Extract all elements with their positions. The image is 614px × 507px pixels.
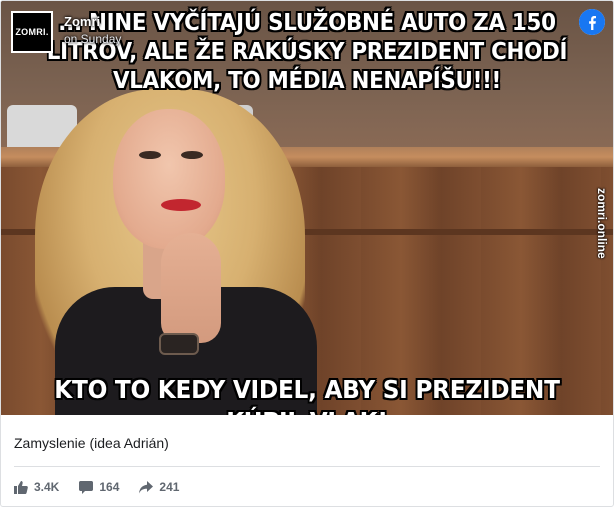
post-image[interactable]: ... NINE VYČÍTAJÚ SLUŽOBNÉ AUTO ZA 150 L… — [1, 1, 613, 415]
wristwatch — [159, 333, 199, 355]
thumbs-up-icon — [14, 480, 28, 494]
comment-icon — [79, 480, 94, 494]
facebook-logo-icon[interactable] — [579, 9, 605, 35]
post-timestamp[interactable]: on Sunday — [64, 32, 121, 46]
divider — [14, 466, 600, 467]
meme-bottom-text: KTO TO KEDY VIDEL, ABY SI PREZIDENT KÚPI… — [54, 375, 560, 415]
page-avatar[interactable]: ZOMRI. — [11, 11, 53, 53]
meme-top-text: ... NINE VYČÍTAJÚ SLUŽOBNÉ AUTO ZA 150 L… — [46, 10, 568, 94]
person-eye — [181, 151, 203, 159]
shares-stat[interactable]: 241 — [139, 480, 179, 494]
person-eye — [139, 151, 161, 159]
person-lips — [161, 199, 201, 211]
likes-count: 3.4K — [34, 480, 60, 494]
person-hand — [161, 233, 221, 343]
comments-stat[interactable]: 164 — [79, 480, 119, 494]
shares-count: 241 — [159, 480, 180, 494]
share-arrow-icon — [139, 480, 154, 493]
engagement-stats: 3.4K 164 241 — [14, 479, 199, 495]
avatar-logo-text: ZOMRI. — [15, 27, 49, 37]
page-name-link[interactable]: Zomri — [64, 14, 100, 29]
likes-stat[interactable]: 3.4K — [14, 480, 59, 494]
facebook-post-card: ... NINE VYČÍTAJÚ SLUŽOBNÉ AUTO ZA 150 L… — [0, 0, 614, 507]
person-face — [113, 109, 225, 249]
watermark: zomri.online — [595, 187, 609, 259]
comments-count: 164 — [99, 480, 120, 494]
post-caption: Zamyslenie (idea Adrián) — [14, 435, 169, 451]
